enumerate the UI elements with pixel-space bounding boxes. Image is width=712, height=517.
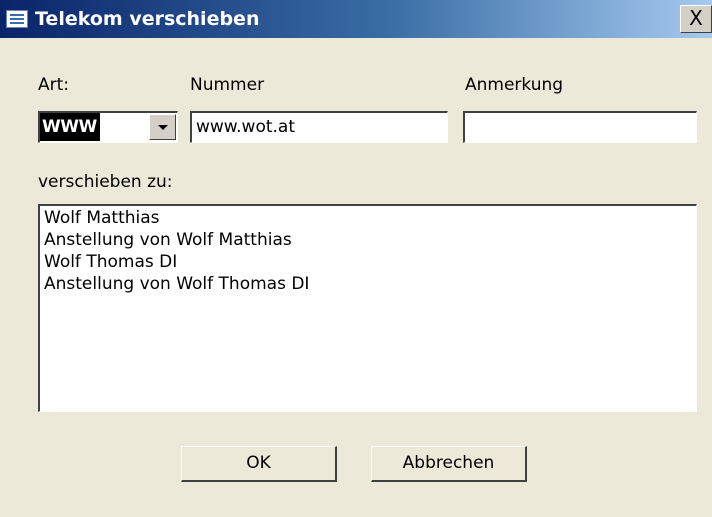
nummer-input[interactable]: www.wot.at: [190, 111, 448, 143]
chevron-down-icon: [158, 125, 168, 130]
list-item[interactable]: Anstellung von Wolf Thomas DI: [44, 273, 692, 295]
window-title: Telekom verschieben: [35, 8, 260, 30]
title-bar: Telekom verschieben X: [0, 0, 712, 38]
cancel-button[interactable]: Abbrechen: [371, 446, 527, 482]
list-item[interactable]: Anstellung von Wolf Matthias: [44, 229, 692, 251]
verschieben-zu-label: verschieben zu:: [38, 172, 173, 192]
ok-button[interactable]: OK: [181, 446, 337, 482]
list-item[interactable]: Wolf Matthias: [44, 207, 692, 229]
close-button[interactable]: X: [680, 5, 712, 33]
target-listbox[interactable]: Wolf Matthias Anstellung von Wolf Matthi…: [38, 204, 697, 412]
anmerkung-input[interactable]: [463, 111, 697, 143]
form-icon: [6, 10, 28, 28]
art-selected-value: WWW: [40, 113, 100, 141]
combo-dropdown-button[interactable]: [149, 114, 176, 140]
anmerkung-label: Anmerkung: [465, 75, 564, 95]
art-label: Art:: [38, 75, 70, 95]
list-item[interactable]: Wolf Thomas DI: [44, 251, 692, 273]
nummer-label: Nummer: [190, 75, 265, 95]
art-combobox[interactable]: WWW: [38, 111, 178, 143]
